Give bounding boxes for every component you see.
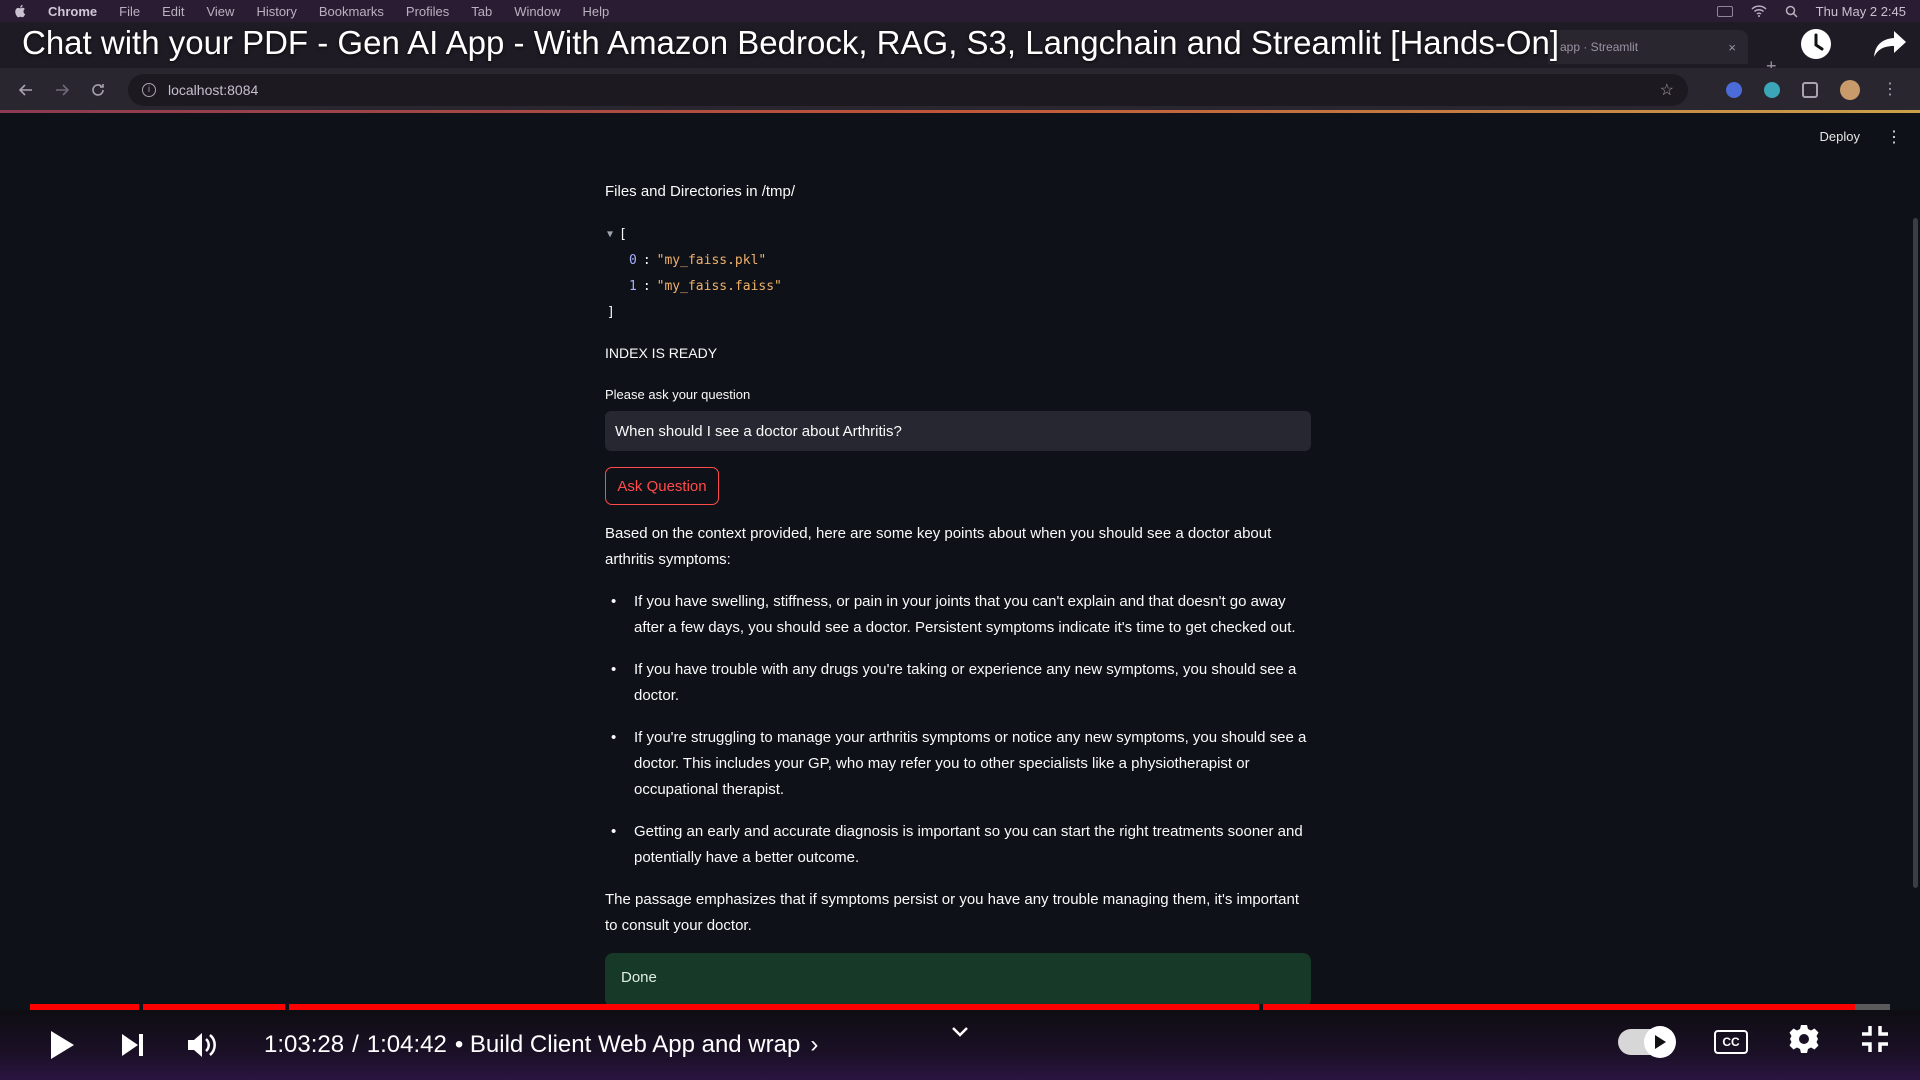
browser-menu-icon[interactable]: ⋮ bbox=[1882, 82, 1898, 98]
gear-icon[interactable] bbox=[1788, 1023, 1820, 1060]
captions-button[interactable]: CC bbox=[1714, 1029, 1748, 1054]
browser-toolbar: i localhost:8084 ☆ ⋮ bbox=[0, 68, 1920, 112]
forward-arrow-icon[interactable] bbox=[48, 76, 76, 104]
deploy-button[interactable]: Deploy bbox=[1820, 129, 1860, 144]
menubar-clock[interactable]: Thu May 2 2:45 bbox=[1816, 4, 1906, 19]
menu-view[interactable]: View bbox=[206, 4, 234, 19]
menu-chrome[interactable]: Chrome bbox=[48, 4, 97, 19]
menu-tab[interactable]: Tab bbox=[471, 4, 492, 19]
extension-icon[interactable] bbox=[1764, 82, 1780, 98]
clock-icon[interactable] bbox=[1796, 24, 1836, 64]
menu-bookmarks[interactable]: Bookmarks bbox=[319, 4, 384, 19]
answer-bullet: Getting an early and accurate diagnosis … bbox=[605, 819, 1311, 871]
video-controls-right: CC bbox=[1618, 1023, 1890, 1060]
menubar-status-area: Thu May 2 2:45 bbox=[1716, 4, 1906, 19]
extension-icon[interactable] bbox=[1726, 82, 1742, 98]
menu-edit[interactable]: Edit bbox=[162, 4, 184, 19]
url-text: localhost:8084 bbox=[168, 82, 259, 98]
answer-outro: The passage emphasizes that if symptoms … bbox=[605, 891, 1300, 934]
question-label: Please ask your question bbox=[605, 387, 751, 402]
answer-intro: Based on the context provided, here are … bbox=[605, 525, 1272, 568]
chapter-chevron-icon[interactable]: › bbox=[810, 1031, 818, 1059]
page-title-cut-off bbox=[605, 117, 855, 129]
question-input[interactable] bbox=[605, 411, 1311, 451]
time-separator: / bbox=[352, 1031, 359, 1058]
json-item: 1 : "my_faiss.faiss" bbox=[629, 278, 782, 294]
video-duration: 1:04:42 bbox=[366, 1031, 447, 1058]
menu-window[interactable]: Window bbox=[514, 4, 560, 19]
files-label: Files and Directories in /tmp/ bbox=[605, 183, 796, 200]
answer-block: Based on the context provided, here are … bbox=[605, 521, 1311, 955]
play-icon[interactable] bbox=[40, 1023, 84, 1067]
json-viewer: ▼ [ 0 : "my_faiss.pkl" 1 : "my_faiss.fai… bbox=[607, 221, 782, 325]
json-item-value: "my_faiss.pkl" bbox=[656, 252, 767, 268]
json-item-index: 1 bbox=[629, 278, 637, 294]
chevron-down-icon[interactable] bbox=[950, 1024, 970, 1043]
mac-menubar: Chrome File Edit View History Bookmarks … bbox=[0, 0, 1920, 22]
json-item-value: "my_faiss.faiss" bbox=[656, 278, 782, 294]
current-time: 1:03:28 bbox=[264, 1031, 345, 1058]
reload-icon[interactable] bbox=[84, 76, 112, 104]
video-controls: 1:03:28 / 1:04:42 • Build Client Web App… bbox=[0, 1010, 1920, 1080]
tab-close-icon[interactable]: × bbox=[1728, 40, 1736, 55]
answer-bullet-list: If you have swelling, stiffness, or pain… bbox=[605, 589, 1311, 871]
answer-bullet: If you have swelling, stiffness, or pain… bbox=[605, 589, 1311, 641]
site-info-icon[interactable]: i bbox=[142, 83, 156, 97]
success-message-text: Done bbox=[621, 969, 657, 986]
video-top-actions bbox=[1796, 24, 1910, 64]
app-menu-icon[interactable]: ⋮ bbox=[1886, 127, 1902, 147]
menu-file[interactable]: File bbox=[119, 4, 140, 19]
wifi-icon[interactable] bbox=[1751, 5, 1767, 17]
profile-avatar[interactable] bbox=[1840, 80, 1860, 100]
puzzle-extensions-icon[interactable] bbox=[1802, 82, 1818, 98]
extensions-area: ⋮ bbox=[1726, 80, 1898, 100]
menu-help[interactable]: Help bbox=[583, 4, 610, 19]
battery-icon[interactable] bbox=[1716, 5, 1733, 17]
bookmark-star-icon[interactable]: ☆ bbox=[1660, 80, 1674, 100]
share-arrow-icon[interactable] bbox=[1870, 24, 1910, 64]
apple-logo-icon[interactable] bbox=[14, 4, 28, 18]
volume-icon[interactable] bbox=[180, 1023, 224, 1067]
video-title[interactable]: Chat with your PDF - Gen AI App - With A… bbox=[22, 24, 1559, 62]
chapter-title[interactable]: • Build Client Web App and wrap bbox=[455, 1031, 801, 1059]
exit-fullscreen-icon[interactable] bbox=[1860, 1024, 1890, 1059]
menu-history[interactable]: History bbox=[256, 4, 296, 19]
back-arrow-icon[interactable] bbox=[12, 76, 40, 104]
spotlight-search-icon[interactable] bbox=[1785, 5, 1798, 18]
success-message: Done bbox=[605, 953, 1311, 1007]
index-status-text: INDEX IS READY bbox=[605, 345, 718, 361]
streamlit-app: Deploy ⋮ Files and Directories in /tmp/ … bbox=[0, 113, 1920, 1080]
json-item: 0 : "my_faiss.pkl" bbox=[629, 252, 767, 268]
answer-bullet: If you're struggling to manage your arth… bbox=[605, 725, 1311, 803]
collapse-caret-icon[interactable]: ▼ bbox=[607, 229, 613, 240]
json-item-index: 0 bbox=[629, 252, 637, 268]
ask-question-button[interactable]: Ask Question bbox=[605, 467, 719, 505]
skip-next-icon[interactable] bbox=[110, 1023, 154, 1067]
menu-profiles[interactable]: Profiles bbox=[406, 4, 449, 19]
autoplay-toggle[interactable] bbox=[1618, 1025, 1676, 1058]
page-scrollbar[interactable] bbox=[1913, 218, 1918, 888]
json-open-bracket: [ bbox=[619, 226, 627, 242]
address-bar[interactable]: i localhost:8084 ☆ bbox=[128, 74, 1688, 106]
json-close-bracket: ] bbox=[607, 304, 615, 320]
tab-title: app · Streamlit bbox=[1560, 40, 1639, 54]
answer-bullet: If you have trouble with any drugs you'r… bbox=[605, 657, 1311, 709]
tab-streamlit-app[interactable]: app · Streamlit × bbox=[1548, 30, 1748, 64]
